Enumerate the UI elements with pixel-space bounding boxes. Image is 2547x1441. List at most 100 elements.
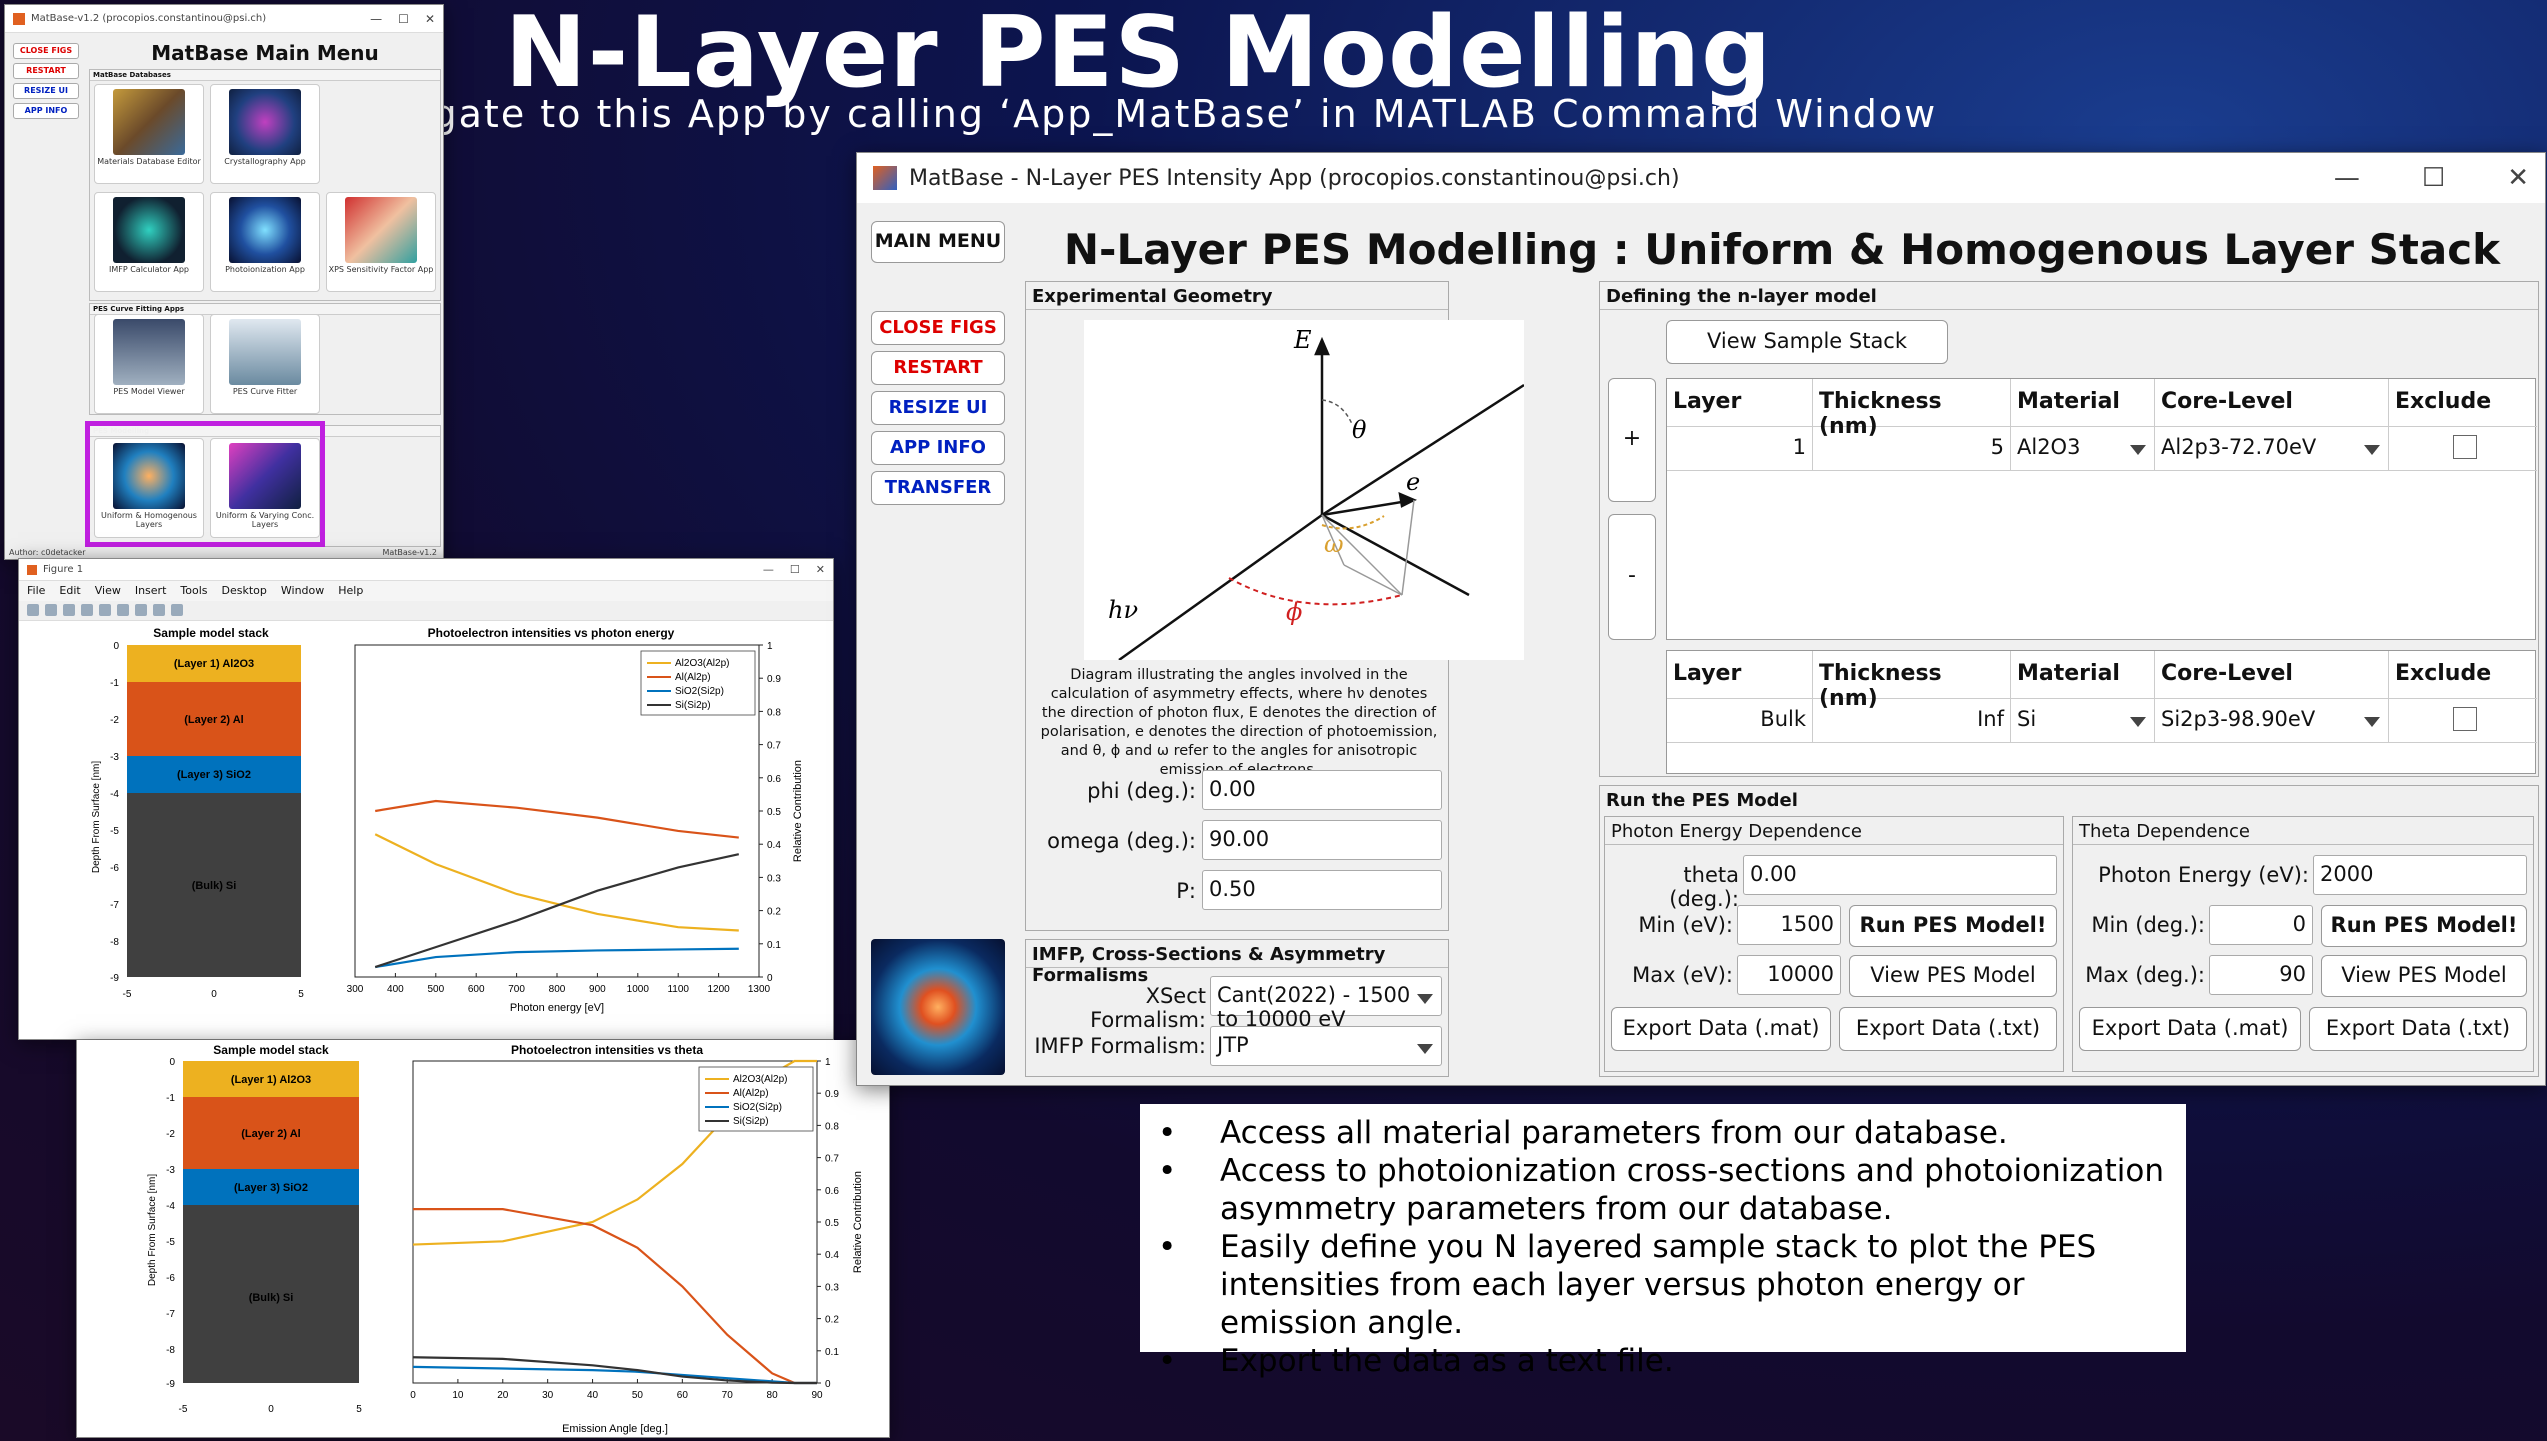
theta-input[interactable]: 0.00 xyxy=(1743,855,2057,895)
row-thickness[interactable]: 5 xyxy=(1813,427,2011,471)
main-menu-titlebar: MatBase-v1.2 (procopios.constantinou@psi… xyxy=(5,5,443,33)
row-core-level-value: Al2p3-72.70eV xyxy=(2161,435,2317,459)
fig-minimize-icon[interactable]: — xyxy=(763,563,774,576)
menu-view[interactable]: View xyxy=(95,584,121,598)
photon-export-mat-button[interactable]: Export Data (.mat) xyxy=(1611,1007,1831,1051)
menu-insert[interactable]: Insert xyxy=(135,584,167,598)
photon-min-input[interactable]: 1500 xyxy=(1737,905,1841,945)
theta-max-input[interactable]: 90 xyxy=(2209,955,2313,995)
theta-view-button[interactable]: View PES Model xyxy=(2321,955,2527,997)
mm-resize-ui-button[interactable]: RESIZE UI xyxy=(13,83,79,99)
chevron-down-icon xyxy=(1417,1044,1433,1054)
xsect-dropdown[interactable]: Cant(2022) - 1500 to 10000 eV xyxy=(1210,976,1442,1031)
phi-label: phi (deg.): xyxy=(1087,779,1196,803)
photon-view-button[interactable]: View PES Model xyxy=(1849,955,2057,997)
app-info-button[interactable]: APP INFO xyxy=(871,431,1005,465)
tile-crystallography[interactable]: Crystallography App xyxy=(210,84,320,184)
menu-window[interactable]: Window xyxy=(281,584,324,598)
bulk-row[interactable]: Bulk Inf Si Si2p3-98.90eV xyxy=(1667,699,2537,743)
feature-item: Easily define you N layered sample stack… xyxy=(1158,1228,2166,1342)
menu-help[interactable]: Help xyxy=(338,584,363,598)
stack-2-label-sio2: (Layer 3) SiO2 xyxy=(234,1182,308,1194)
tile-pes-curve-fitter-label: PES Curve Fitter xyxy=(232,387,298,396)
link-icon[interactable] xyxy=(99,604,111,616)
version-label: MatBase-v1.2 xyxy=(382,548,437,557)
remove-layer-button[interactable]: - xyxy=(1608,514,1656,640)
phi-input[interactable]: 0.00 xyxy=(1202,770,1442,810)
new-figure-icon[interactable] xyxy=(27,604,39,616)
symbol-theta: θ xyxy=(1352,416,1367,444)
photon-energy-input[interactable]: 2000 xyxy=(2313,855,2527,895)
legend-icon[interactable] xyxy=(135,604,147,616)
row-exclude-checkbox[interactable] xyxy=(2453,435,2477,459)
view-sample-stack-button[interactable]: View Sample Stack xyxy=(1666,320,1948,364)
tile-pes-curve-fitter[interactable]: PES Curve Fitter xyxy=(210,314,320,414)
restart-button[interactable]: RESTART xyxy=(871,351,1005,385)
maximize-icon[interactable]: ☐ xyxy=(398,12,409,26)
bulk-exclude-checkbox[interactable] xyxy=(2453,707,2477,731)
tile-pes-model-viewer[interactable]: PES Model Viewer xyxy=(94,314,204,414)
mm-close-figs-button[interactable]: CLOSE FIGS xyxy=(13,43,79,59)
figure-1-title: Figure 1 xyxy=(43,564,84,575)
bulk-core-level[interactable]: Si2p3-98.90eV xyxy=(2155,699,2389,743)
stack-2-ytick: -8 xyxy=(166,1345,175,1356)
photon-energy-panel: Photon Energy Dependence theta (deg.): 0… xyxy=(1604,816,2064,1072)
mm-restart-button[interactable]: RESTART xyxy=(13,63,79,79)
theta-export-mat-button[interactable]: Export Data (.mat) xyxy=(2079,1007,2301,1051)
photoionization-icon xyxy=(229,197,301,263)
menu-edit[interactable]: Edit xyxy=(59,584,80,598)
fig-maximize-icon[interactable]: ☐ xyxy=(790,563,800,576)
add-layer-button[interactable]: + xyxy=(1608,378,1656,502)
theta-export-txt-button[interactable]: Export Data (.txt) xyxy=(2309,1007,2527,1051)
imfp-dropdown[interactable]: JTP xyxy=(1210,1026,1442,1066)
mm-app-info-button[interactable]: APP INFO xyxy=(13,103,79,119)
app-close-icon[interactable]: ✕ xyxy=(2507,163,2529,193)
theta-run-button[interactable]: Run PES Model! xyxy=(2321,905,2527,947)
menu-tools[interactable]: Tools xyxy=(180,584,207,598)
col-thickness: Thickness (nm) xyxy=(1813,379,2011,439)
resize-ui-button[interactable]: RESIZE UI xyxy=(871,391,1005,425)
minimize-icon[interactable]: — xyxy=(370,12,382,26)
tile-photoionization[interactable]: Photoionization App xyxy=(210,192,320,292)
photon-min-label: Min (eV): xyxy=(1638,913,1733,937)
stack-2-ytick: -1 xyxy=(166,1093,175,1104)
menu-desktop[interactable]: Desktop xyxy=(222,584,267,598)
menu-file[interactable]: File xyxy=(27,584,45,598)
plot-tools-icon[interactable] xyxy=(171,604,183,616)
row-core-level[interactable]: Al2p3-72.70eV xyxy=(2155,427,2389,471)
feature-item: Export the data as a text file. xyxy=(1158,1342,2166,1380)
photon-max-input[interactable]: 10000 xyxy=(1737,955,1841,995)
photon-export-txt-button[interactable]: Export Data (.txt) xyxy=(1839,1007,2057,1051)
close-figs-button[interactable]: CLOSE FIGS xyxy=(871,311,1005,345)
symbol-phi: ϕ xyxy=(1286,598,1302,626)
app-minimize-icon[interactable]: — xyxy=(2334,163,2360,193)
close-icon[interactable]: ✕ xyxy=(425,12,435,26)
bulk-material[interactable]: Si xyxy=(2011,699,2155,743)
y-tick-label: 0.6 xyxy=(825,1186,839,1197)
theta-min-input[interactable]: 0 xyxy=(2209,905,2313,945)
pointer-icon[interactable] xyxy=(153,604,165,616)
omega-input[interactable]: 90.00 xyxy=(1202,820,1442,860)
p-label: P: xyxy=(1176,879,1196,903)
tile-materials-db[interactable]: Materials Database Editor xyxy=(94,84,204,184)
tile-imfp[interactable]: IMFP Calculator App xyxy=(94,192,204,292)
stack-1-ytick: -8 xyxy=(110,937,119,948)
y-tick-label: 0.2 xyxy=(825,1315,839,1326)
app-maximize-icon[interactable]: ☐ xyxy=(2422,163,2445,193)
tile-xps-sensitivity[interactable]: XPS Sensitivity Factor App xyxy=(326,192,436,292)
transfer-button[interactable]: TRANSFER xyxy=(871,471,1005,505)
row-material[interactable]: Al2O3 xyxy=(2011,427,2155,471)
matlab-icon xyxy=(13,12,25,25)
stack-1-xtick: 0 xyxy=(211,989,217,1000)
photon-run-button[interactable]: Run PES Model! xyxy=(1849,905,2057,947)
save-icon[interactable] xyxy=(63,604,75,616)
theta-panel: Theta Dependence Photon Energy (eV): 200… xyxy=(2072,816,2534,1072)
main-menu-button[interactable]: MAIN MENU xyxy=(871,221,1005,263)
colorbar-icon[interactable] xyxy=(117,604,129,616)
print-icon[interactable] xyxy=(81,604,93,616)
p-input[interactable]: 0.50 xyxy=(1202,870,1442,910)
open-icon[interactable] xyxy=(45,604,57,616)
fig-close-icon[interactable]: ✕ xyxy=(816,563,825,576)
main-menu-window-title: MatBase-v1.2 (procopios.constantinou@psi… xyxy=(31,13,267,24)
table-row[interactable]: 1 5 Al2O3 Al2p3-72.70eV xyxy=(1667,427,2537,471)
